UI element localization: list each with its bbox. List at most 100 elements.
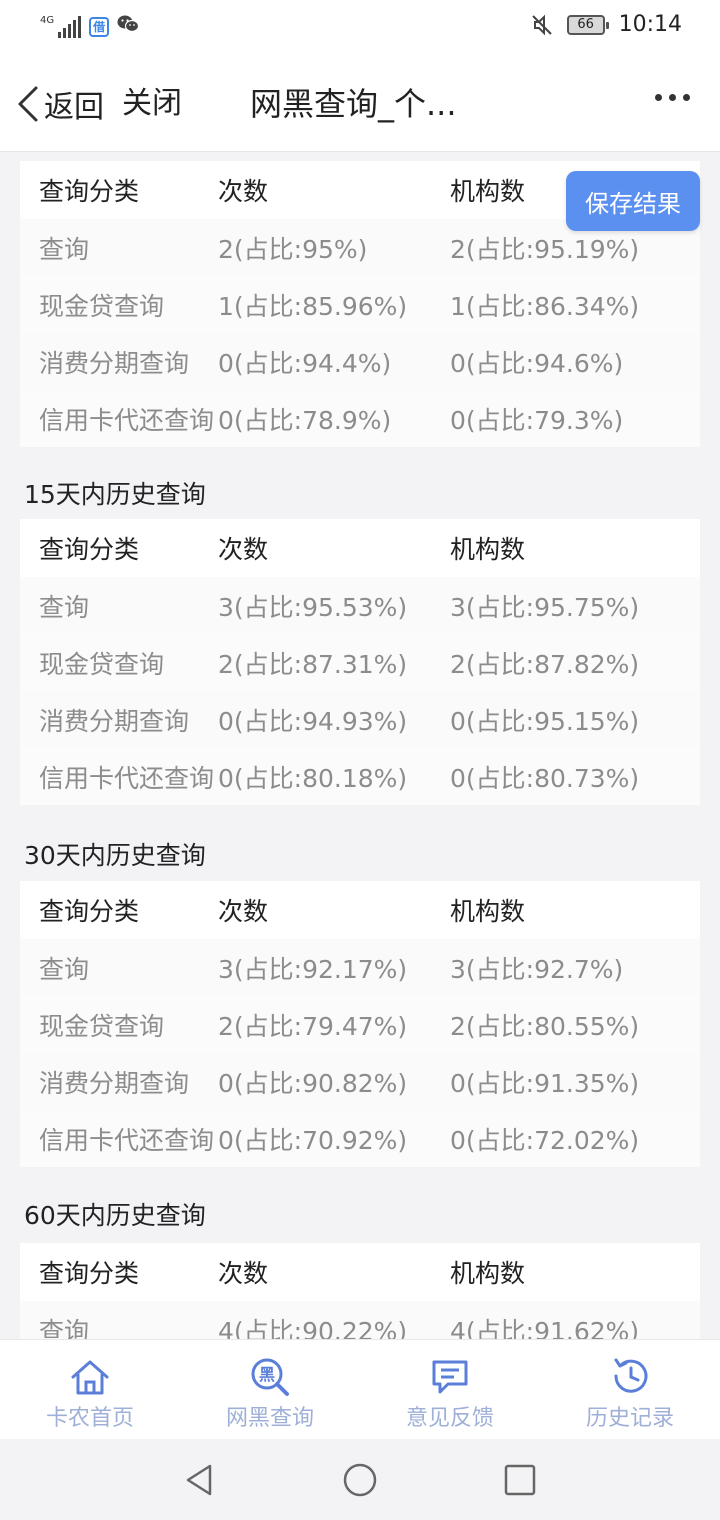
tab-history[interactable]: 历史记录 <box>540 1340 720 1440</box>
table-header: 查询分类 次数 机构数 <box>20 1243 700 1301</box>
page-title: 网黑查询_个... <box>250 85 457 123</box>
column-header-category: 查询分类 <box>39 177 140 206</box>
table-header: 查询分类 次数 机构数 <box>20 519 700 577</box>
table-row: 信用卡代还查询 0(占比:80.18%) 0(占比:80.73%) <box>20 748 700 805</box>
row-count: 0(占比:70.92%) <box>218 1125 408 1155</box>
row-institutions: 0(占比:80.73%) <box>450 763 640 793</box>
row-institutions: 3(占比:92.7%) <box>450 954 624 984</box>
row-institutions: 0(占比:91.35%) <box>450 1068 640 1098</box>
row-count: 2(占比:79.47%) <box>218 1011 408 1041</box>
section-title-60-days: 60天内历史查询 <box>24 1201 206 1230</box>
report-content[interactable]: 查询分类 次数 机构数 查询 2(占比:95%) 2(占比:95.19%) 现金… <box>0 153 720 1339</box>
table-row: 查询 4(占比:90.22%) 4(占比:91.62%) <box>20 1301 700 1339</box>
row-count: 0(占比:90.82%) <box>218 1068 408 1098</box>
row-category: 信用卡代还查询 <box>39 763 215 793</box>
row-institutions: 3(占比:95.75%) <box>450 592 640 622</box>
column-header-institutions: 机构数 <box>450 1259 526 1288</box>
query-table-60-days: 查询分类 次数 机构数 查询 4(占比:90.22%) 4(占比:91.62%) <box>20 1243 700 1339</box>
tab-blacklist-search[interactable]: 黑 网黑查询 <box>180 1340 360 1440</box>
status-bar: 4G 借 66 10:14 <box>0 0 720 56</box>
column-header-category: 查询分类 <box>39 897 140 926</box>
mute-icon <box>531 14 553 36</box>
row-institutions: 2(占比:80.55%) <box>450 1011 640 1041</box>
tab-label: 卡农首页 <box>45 1406 134 1431</box>
row-category: 消费分期查询 <box>39 706 190 736</box>
search-badge-text: 黑 <box>259 1365 275 1384</box>
home-icon <box>71 1360 109 1395</box>
row-category: 现金贷查询 <box>39 1011 165 1041</box>
column-header-count: 次数 <box>218 177 269 206</box>
recents-square-icon[interactable] <box>500 1460 540 1500</box>
column-header-count: 次数 <box>218 535 269 564</box>
row-category: 现金贷查询 <box>39 291 165 321</box>
blacklist-search-icon: 黑 <box>251 1358 289 1396</box>
row-category: 查询 <box>39 234 90 264</box>
nav-bar: 返回 关闭 网黑查询_个... <box>0 56 720 152</box>
table-row: 现金贷查询 2(占比:87.31%) 2(占比:87.82%) <box>20 634 700 691</box>
row-institutions: 2(占比:87.82%) <box>450 649 640 679</box>
row-category: 查询 <box>39 592 90 622</box>
status-right: 66 10:14 <box>531 12 682 37</box>
tab-label: 历史记录 <box>585 1406 674 1431</box>
query-table-30-days: 查询分类 次数 机构数 查询 3(占比:92.17%) 3(占比:92.7%) … <box>20 881 700 1167</box>
row-institutions: 2(占比:95.19%) <box>450 234 640 264</box>
bottom-tab-bar: 卡农首页 黑 网黑查询 意见反馈 历史记录 <box>0 1339 720 1439</box>
dot-icon <box>669 94 676 101</box>
table-row: 信用卡代还查询 0(占比:70.92%) 0(占比:72.02%) <box>20 1110 700 1167</box>
section-title-30-days: 30天内历史查询 <box>24 841 206 870</box>
row-category: 消费分期查询 <box>39 348 190 378</box>
row-count: 0(占比:94.4%) <box>218 348 392 378</box>
clock: 10:14 <box>618 12 682 37</box>
column-header-count: 次数 <box>218 1259 269 1288</box>
table-row: 信用卡代还查询 0(占比:78.9%) 0(占比:79.3%) <box>20 390 700 447</box>
dot-icon <box>683 94 690 101</box>
row-institutions: 0(占比:95.15%) <box>450 706 640 736</box>
battery-icon: 66 <box>566 14 609 35</box>
column-header-count: 次数 <box>218 897 269 926</box>
column-header-institutions: 机构数 <box>450 897 526 926</box>
wechat-icon <box>117 14 140 39</box>
table-row: 现金贷查询 2(占比:79.47%) 2(占比:80.55%) <box>20 996 700 1053</box>
row-count: 3(占比:95.53%) <box>218 592 408 622</box>
row-institutions: 0(占比:72.02%) <box>450 1125 640 1155</box>
close-button[interactable]: 关闭 <box>122 82 182 126</box>
table-row: 查询 3(占比:92.17%) 3(占比:92.7%) <box>20 939 700 996</box>
back-button[interactable]: 返回 <box>14 82 104 126</box>
table-row: 查询 3(占比:95.53%) 3(占比:95.75%) <box>20 577 700 634</box>
system-navigation-bar <box>0 1440 720 1520</box>
row-count: 4(占比:90.22%) <box>218 1316 408 1340</box>
row-category: 信用卡代还查询 <box>39 405 215 435</box>
chevron-left-icon <box>18 86 38 122</box>
row-count: 0(占比:94.93%) <box>218 706 408 736</box>
tab-home[interactable]: 卡农首页 <box>0 1340 180 1440</box>
row-category: 信用卡代还查询 <box>39 1125 215 1155</box>
table-header: 查询分类 次数 机构数 <box>20 881 700 939</box>
row-category: 查询 <box>39 954 90 984</box>
tab-feedback[interactable]: 意见反馈 <box>360 1340 540 1440</box>
back-triangle-icon[interactable] <box>180 1460 220 1500</box>
tab-label: 意见反馈 <box>405 1406 494 1431</box>
dot-icon <box>655 94 662 101</box>
status-left: 4G 借 <box>40 14 140 39</box>
save-result-button[interactable]: 保存结果 <box>566 171 700 231</box>
table-row: 现金贷查询 1(占比:85.96%) 1(占比:86.34%) <box>20 276 700 333</box>
row-institutions: 1(占比:86.34%) <box>450 291 640 321</box>
row-count: 3(占比:92.17%) <box>218 954 408 984</box>
table-row: 消费分期查询 0(占比:94.4%) 0(占比:94.6%) <box>20 333 700 390</box>
table-row: 消费分期查询 0(占比:90.82%) 0(占比:91.35%) <box>20 1053 700 1110</box>
row-count: 0(占比:78.9%) <box>218 405 392 435</box>
column-header-institutions: 机构数 <box>450 535 526 564</box>
feedback-icon <box>432 1360 468 1394</box>
more-options-button[interactable] <box>655 94 690 101</box>
row-count: 1(占比:85.96%) <box>218 291 408 321</box>
row-count: 2(占比:95%) <box>218 234 368 264</box>
loan-app-icon: 借 <box>89 16 110 37</box>
row-institutions: 0(占比:79.3%) <box>450 405 624 435</box>
row-category: 消费分期查询 <box>39 1068 190 1098</box>
table-row: 消费分期查询 0(占比:94.93%) 0(占比:95.15%) <box>20 691 700 748</box>
network-type: 4G <box>40 14 55 26</box>
home-circle-icon[interactable] <box>340 1460 380 1500</box>
row-category: 现金贷查询 <box>39 649 165 679</box>
signal-icon: 4G <box>40 14 82 38</box>
query-table-15-days: 查询分类 次数 机构数 查询 3(占比:95.53%) 3(占比:95.75%)… <box>20 519 700 805</box>
